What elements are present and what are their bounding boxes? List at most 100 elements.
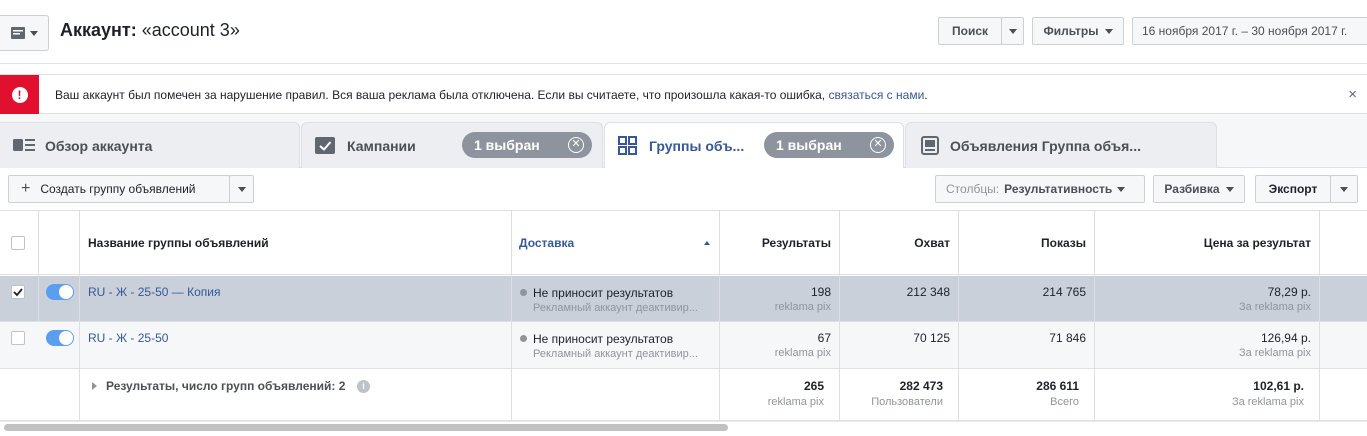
cost-type: За reklama pix: [1238, 347, 1311, 359]
policy-alert-banner: ! Ваш аккаунт был помечен за нарушение п…: [0, 74, 1367, 115]
chevron-down-icon: [1340, 186, 1348, 192]
search-button-label: Поиск: [951, 24, 988, 38]
account-label: Аккаунт:: [60, 20, 137, 40]
column-divider: [38, 211, 39, 321]
columns-button[interactable]: Столбцы: Результативность: [935, 175, 1145, 203]
search-dropdown-button[interactable]: [1001, 17, 1024, 45]
row-checkbox[interactable]: [11, 331, 25, 345]
impressions-value: 71 846: [1049, 331, 1086, 345]
row-divider: [0, 321, 1367, 322]
column-divider: [511, 211, 512, 420]
create-adset-dropdown[interactable]: [229, 175, 254, 203]
summary-label: Результаты, число групп объявлений: 2: [106, 379, 346, 393]
column-divider: [958, 211, 959, 420]
summary-cost: 102,61 р.: [1253, 379, 1304, 393]
column-header-reach[interactable]: Охват: [840, 236, 950, 250]
plus-icon: +: [21, 180, 31, 197]
chevron-down-icon: [1225, 186, 1234, 192]
delivery-status-dot: [520, 335, 527, 342]
tab-ads[interactable]: Объявления Группа объя...: [905, 122, 1217, 168]
column-divider: [719, 211, 720, 420]
column-divider: [839, 211, 840, 420]
clear-selection-icon[interactable]: ✕: [870, 137, 886, 153]
summary-results-type: reklama pix: [767, 396, 824, 408]
export-label: Экспорт: [1268, 182, 1318, 196]
cost-value: 78,29 р.: [1267, 285, 1311, 299]
account-overview-icon: [13, 139, 35, 151]
create-adset-button[interactable]: + Создать группу объявлений: [8, 175, 230, 203]
tab-account-overview[interactable]: Обзор аккаунта: [0, 122, 300, 168]
column-header-name[interactable]: Название группы объявлений: [88, 236, 269, 250]
contact-us-link[interactable]: связаться с нами: [828, 88, 924, 102]
date-range-label: 16 ноября 2017 г. – 30 ноября 2017 г.: [1142, 24, 1348, 38]
chevron-down-icon: [237, 186, 246, 192]
adset-toggle[interactable]: [46, 330, 74, 346]
scrollbar-thumb[interactable]: [4, 424, 728, 431]
breakdown-button[interactable]: Разбивка: [1153, 175, 1245, 203]
filters-button[interactable]: Фильтры: [1032, 17, 1124, 45]
adset-name-link[interactable]: RU - Ж - 25-50 — Копия: [88, 285, 220, 299]
export-button[interactable]: Экспорт: [1255, 175, 1331, 203]
summary-impressions-type: Всего: [1050, 396, 1079, 408]
ads-icon: [921, 136, 939, 155]
column-header-results[interactable]: Результаты: [720, 236, 831, 250]
clear-selection-icon[interactable]: ✕: [568, 137, 584, 153]
table-header: Название группы объявлений Доставка Резу…: [0, 211, 1367, 275]
column-header-impressions[interactable]: Показы: [959, 236, 1086, 250]
date-range-picker[interactable]: 16 ноября 2017 г. – 30 ноября 2017 г.: [1132, 17, 1367, 45]
results-type: reklama pix: [774, 347, 831, 359]
reach-value: 70 125: [913, 331, 950, 345]
search-button[interactable]: Поиск: [938, 17, 1002, 45]
delivery-substatus: Рекламный аккаунт деактивир...: [533, 302, 698, 314]
chevron-down-icon: [1008, 28, 1017, 34]
export-dropdown[interactable]: [1330, 175, 1358, 203]
column-header-cost[interactable]: Цена за результат: [1095, 236, 1311, 250]
column-header-delivery[interactable]: Доставка: [519, 236, 574, 250]
account-name: «account 3»: [141, 20, 240, 40]
summary-cost-type: За reklama pix: [1231, 396, 1304, 408]
page-title: Аккаунт: «account 3»: [60, 20, 240, 41]
table-row[interactable]: RU - Ж - 25-50 Не приносит результатов Р…: [0, 322, 1367, 368]
delivery-status: Не приносит результатов: [533, 332, 674, 346]
tab-label: Кампании: [347, 138, 416, 154]
campaigns-checkbox-icon: [315, 137, 335, 154]
results-value: 67: [817, 331, 831, 345]
cost-type: За reklama pix: [1238, 301, 1311, 313]
column-divider: [79, 211, 80, 420]
checkmark-icon: [13, 288, 23, 297]
table-toolbar: + Создать группу объявлений Столбцы: Рез…: [0, 168, 1367, 211]
close-icon[interactable]: ×: [1348, 86, 1357, 103]
columns-value: Результативность: [1004, 182, 1113, 196]
row-checkbox[interactable]: [11, 285, 25, 299]
campaigns-menu-icon: [10, 27, 25, 39]
breakdown-label: Разбивка: [1164, 182, 1220, 196]
info-icon[interactable]: i: [357, 380, 370, 393]
tab-adsets[interactable]: Группы объ... 1 выбран ✕: [604, 122, 904, 169]
chevron-down-icon: [29, 30, 38, 36]
columns-prefix: Столбцы:: [946, 182, 1000, 196]
selection-pill-label: 1 выбран: [776, 137, 842, 153]
tab-label: Обзор аккаунта: [45, 138, 153, 154]
summary-reach: 282 473: [899, 379, 943, 393]
alert-icon: !: [0, 75, 39, 115]
column-divider: [1319, 211, 1320, 420]
cost-value: 126,94 р.: [1260, 331, 1311, 345]
reach-value: 212 348: [906, 285, 950, 299]
tab-campaigns[interactable]: Кампании 1 выбран ✕: [301, 122, 603, 168]
adset-name-link[interactable]: RU - Ж - 25-50: [88, 331, 168, 345]
expand-arrow-icon[interactable]: [92, 382, 97, 390]
filters-button-label: Фильтры: [1043, 24, 1099, 38]
create-adset-label: Создать группу объявлений: [40, 182, 196, 196]
summary-reach-type: Пользователи: [871, 396, 943, 408]
summary-results: 265: [803, 379, 824, 393]
table-row[interactable]: RU - Ж - 25-50 — Копия Не приносит резул…: [0, 276, 1367, 322]
adsets-grid-icon: [618, 136, 637, 155]
column-divider: [1094, 211, 1095, 420]
top-bar: Аккаунт: «account 3» Поиск Фильтры 16 но…: [0, 0, 1367, 64]
chevron-down-icon: [1117, 186, 1126, 192]
select-all-checkbox[interactable]: [11, 236, 25, 250]
selection-pill: 1 выбран ✕: [462, 132, 592, 158]
summary-row: Результаты, число групп объявлений: 2 i …: [0, 368, 1367, 420]
adset-toggle[interactable]: [46, 284, 74, 300]
campaigns-menu-button[interactable]: [0, 15, 49, 51]
